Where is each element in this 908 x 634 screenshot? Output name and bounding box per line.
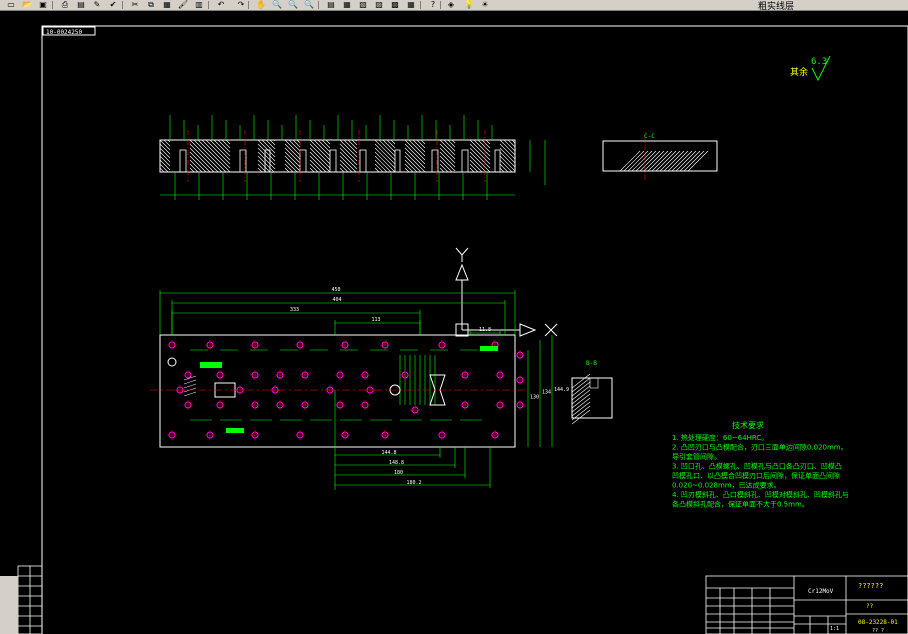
section-view-main bbox=[159, 115, 546, 200]
toolbar-separator bbox=[122, 1, 123, 9]
pan-icon[interactable]: ✋ bbox=[254, 0, 268, 9]
zoom-previous-icon[interactable]: 🔍 bbox=[302, 0, 316, 9]
cut-icon[interactable]: ✂ bbox=[128, 0, 142, 9]
tech-line: 1. 热处理硬度：60~64HRC。 bbox=[672, 433, 768, 442]
plan-view: 45040433311311.8130134 144.9144.8148.8180… bbox=[150, 287, 569, 486]
y-axis-arrow bbox=[455, 247, 469, 330]
help-icon[interactable]: ? bbox=[426, 0, 440, 9]
dim-top-label: 333 bbox=[290, 307, 299, 313]
copy-icon[interactable]: ⧉ bbox=[144, 0, 158, 9]
material-label: Cr12MoV bbox=[808, 588, 834, 595]
section-cc-label: C-C bbox=[644, 133, 655, 140]
roughness-label: 其余 bbox=[790, 66, 808, 78]
zoom-realtime-icon[interactable]: 🔍 bbox=[270, 0, 284, 9]
layer-color-icon[interactable]: ☀ bbox=[478, 0, 492, 9]
paste-icon[interactable]: ▦ bbox=[160, 0, 174, 9]
tech-line: 3. 凹口孔、凸模螺孔、凹模孔与凸口各凸刃口、凹模凸 bbox=[672, 462, 842, 471]
dim-side-label: 130 bbox=[530, 395, 539, 401]
drawing-tag: 10-0024250 bbox=[46, 29, 83, 36]
redo-icon[interactable]: ↷ bbox=[234, 0, 248, 9]
calc-icon[interactable]: ▦ bbox=[404, 0, 418, 9]
dim-top-label: 404 bbox=[333, 297, 342, 303]
block-icon[interactable]: ▥ bbox=[192, 0, 206, 9]
toolbar-separator bbox=[208, 1, 209, 9]
toolbar-separator bbox=[52, 1, 53, 9]
tool-palette-panel[interactable] bbox=[0, 576, 18, 634]
left-revision-table bbox=[17, 565, 43, 634]
zoom-window-icon[interactable]: 🔍 bbox=[286, 0, 300, 9]
dim-side-label: 144.9 bbox=[554, 387, 569, 393]
tech-line: 2. 凸凹刃口与凸模配合，刃口三面单边间隙0.020mm。 bbox=[672, 443, 848, 452]
title-placeholder: ?????? bbox=[858, 582, 883, 590]
section-bb-label: B-B bbox=[586, 360, 597, 367]
dim-side-label: 134 bbox=[542, 390, 551, 396]
drawing-number: 08-23228-01 bbox=[858, 619, 898, 626]
x-axis-arrow bbox=[455, 323, 558, 337]
sheetset-icon[interactable]: ▨ bbox=[372, 0, 386, 9]
layer-state-icon[interactable]: 💡 bbox=[462, 0, 476, 9]
new-icon[interactable]: ▭ bbox=[4, 0, 18, 9]
open-icon[interactable]: 📂 bbox=[20, 0, 34, 9]
markup-icon[interactable]: ▩ bbox=[388, 0, 402, 9]
layer-manager-icon[interactable]: ◈ bbox=[444, 0, 458, 9]
dim-top-label: 11.8 bbox=[479, 327, 491, 333]
save-icon[interactable]: ▣ bbox=[36, 0, 50, 9]
toolbar-separator bbox=[420, 1, 421, 9]
preview-icon[interactable]: ▤ bbox=[74, 0, 88, 9]
print-icon[interactable]: ⎙ bbox=[58, 0, 72, 9]
tech-line: 各凸模斜孔配合，保证单面不大于0.5mm。 bbox=[672, 500, 809, 509]
tech-line: 0.020~0.028mm，已达成要求。 bbox=[672, 481, 781, 490]
tool-palette-icon[interactable]: ▧ bbox=[356, 0, 370, 9]
match-icon[interactable]: 🖌 bbox=[176, 0, 190, 9]
toolbar-separator bbox=[440, 1, 441, 9]
dim-top-label: 113 bbox=[372, 317, 381, 323]
section-view-bb: B-B bbox=[571, 360, 613, 425]
tech-line: 凹模孔口、以凸模合凹模刃口后间隙，保证单面凸间隙 bbox=[672, 471, 840, 480]
tech-line: 4. 凹刃模斜孔、凸口模斜孔、凹模对模斜孔、凹模斜孔与 bbox=[672, 490, 849, 499]
title-extra: ?? ? bbox=[872, 628, 884, 634]
undo-icon[interactable]: ↶ bbox=[214, 0, 228, 9]
toolbar-separator bbox=[248, 1, 249, 9]
design-center-icon[interactable]: ▦ bbox=[340, 0, 354, 9]
properties-icon[interactable]: ▤ bbox=[324, 0, 338, 9]
title-small: ?? bbox=[866, 603, 874, 610]
plot-icon[interactable]: ✎ bbox=[90, 0, 104, 9]
dim-top-label: 450 bbox=[332, 287, 341, 293]
drawing-scale: 1:1 bbox=[830, 626, 839, 632]
technical-requirements: 技术要求 1. 热处理硬度：60~64HRC。2. 凸凹刃口与凸模配合，刃口三面… bbox=[672, 420, 849, 509]
tech-title: 技术要求 bbox=[732, 420, 764, 430]
section-view-cc: C-C bbox=[602, 133, 718, 180]
toolbar-separator bbox=[318, 1, 319, 9]
tech-line: 导引套管间隙。 bbox=[672, 452, 721, 461]
drawing-canvas[interactable]: 10-0024250 其余 6.3 C-C 45040433311311.813… bbox=[0, 10, 908, 634]
spell-icon[interactable]: ✔ bbox=[106, 0, 120, 9]
